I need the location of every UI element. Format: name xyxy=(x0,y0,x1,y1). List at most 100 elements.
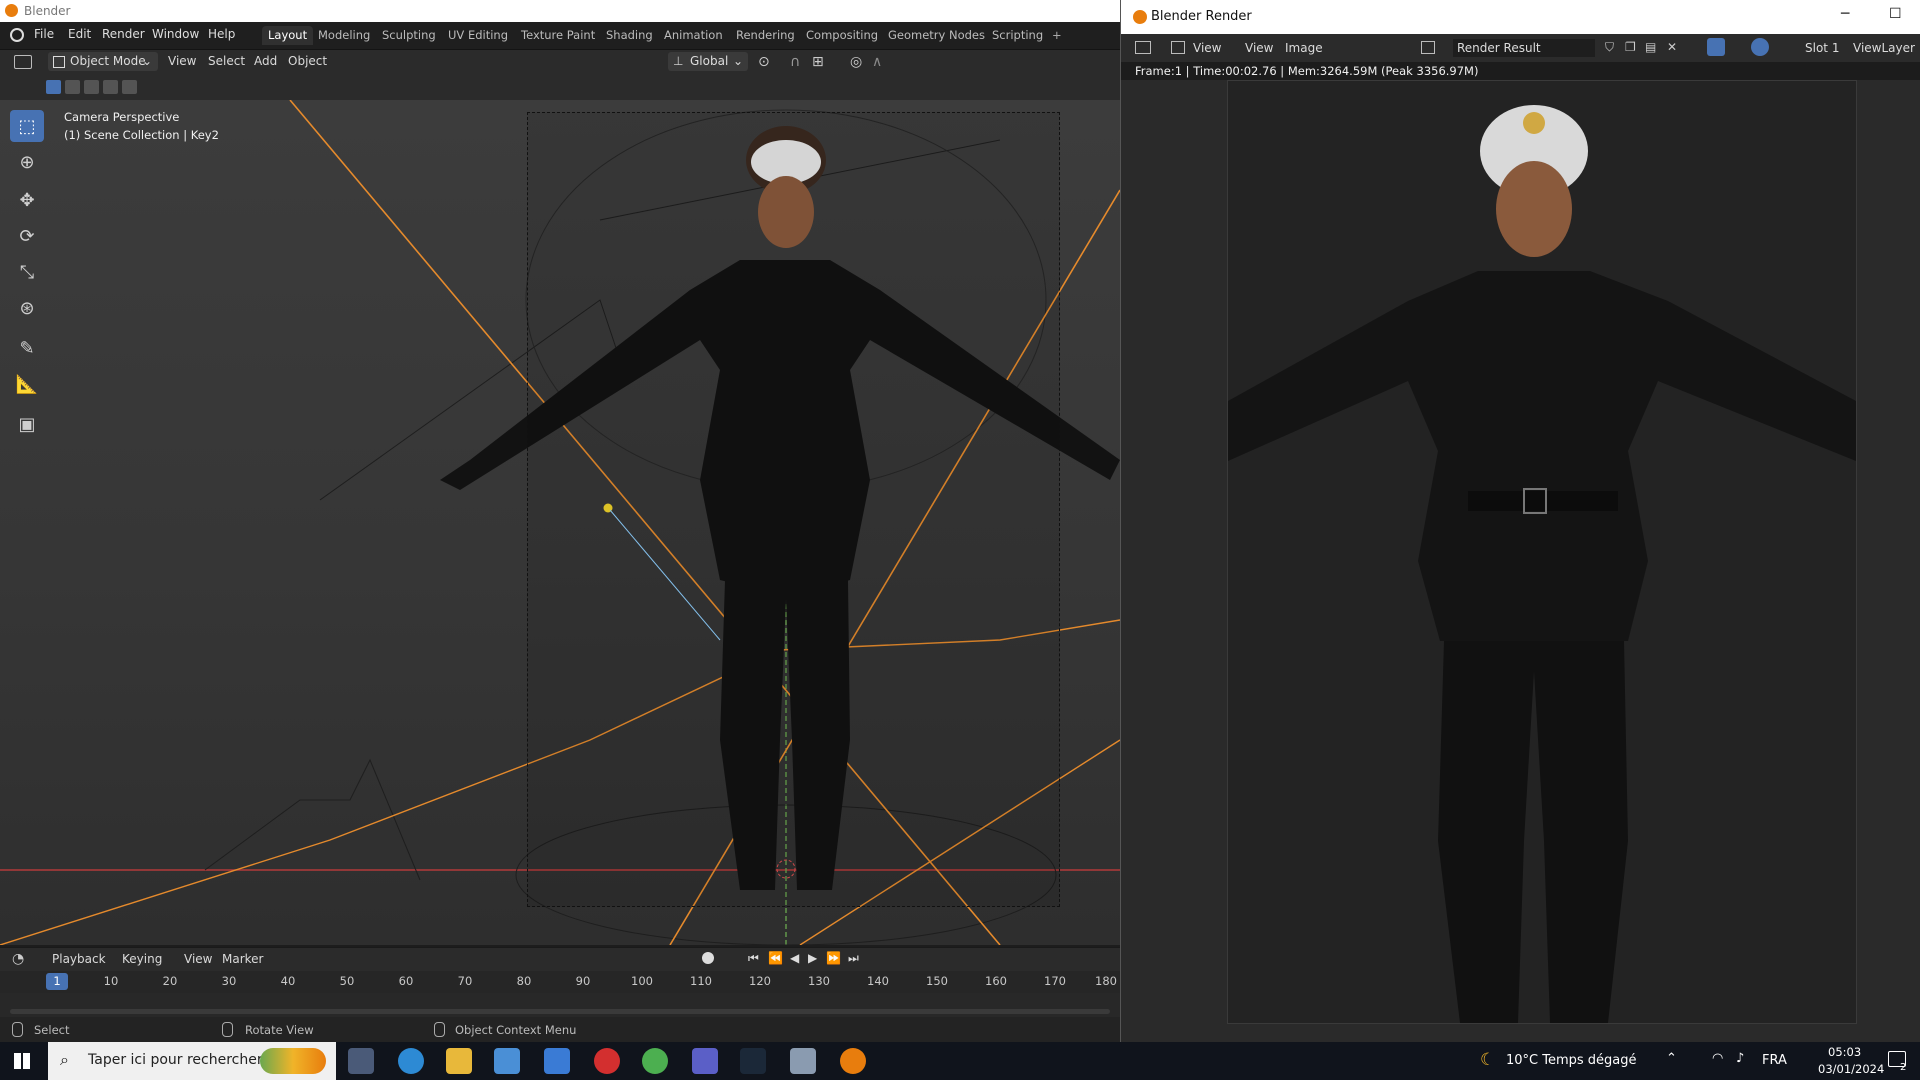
app-icon[interactable] xyxy=(790,1048,816,1074)
chrome-icon[interactable] xyxy=(642,1048,668,1074)
jump-keyframe-back-icon[interactable]: ⏪ xyxy=(768,951,783,965)
gizmo-icon[interactable] xyxy=(1707,38,1725,56)
select-new-icon[interactable] xyxy=(46,80,61,94)
menu-object[interactable]: Object xyxy=(288,54,327,68)
mail-icon[interactable] xyxy=(544,1048,570,1074)
select-extend-icon[interactable] xyxy=(65,80,80,94)
timeline-menu-marker[interactable]: Marker xyxy=(222,952,263,966)
current-frame-indicator[interactable]: 1 xyxy=(46,973,68,990)
fake-user-icon[interactable]: ⛉ xyxy=(1605,40,1614,55)
menu-render[interactable]: Render xyxy=(102,27,145,41)
view-mode-icon[interactable] xyxy=(1171,41,1185,54)
blender-taskbar-icon[interactable] xyxy=(840,1048,866,1074)
timeline-menu-keying[interactable]: Keying xyxy=(122,952,162,966)
tab-layout[interactable]: Layout xyxy=(262,26,314,45)
new-image-icon[interactable]: ❐ xyxy=(1625,40,1636,54)
proportional-edit-icon[interactable]: ◎ xyxy=(850,54,862,70)
mode-dropdown[interactable]: Object Mode ⌄ xyxy=(48,52,158,71)
clock-time[interactable]: 05:03 xyxy=(1828,1045,1861,1059)
3d-viewport[interactable]: Camera Perspective (1) Scene Collection … xyxy=(0,100,1120,945)
view-layer-dropdown[interactable]: ViewLayer xyxy=(1853,41,1915,55)
editor-type-icon[interactable] xyxy=(14,55,32,69)
menu-edit[interactable]: Edit xyxy=(68,27,91,41)
minimize-icon[interactable]: ─ xyxy=(1841,6,1849,22)
falloff-icon[interactable]: ∧ xyxy=(872,54,882,70)
menu-image[interactable]: Image xyxy=(1285,41,1323,55)
jump-end-icon[interactable]: ⏭ xyxy=(848,951,859,966)
select-intersect-icon[interactable] xyxy=(122,80,137,94)
tab-shading[interactable]: Shading xyxy=(600,26,659,45)
windows-start-icon[interactable] xyxy=(14,1053,30,1069)
timeline-track-area[interactable] xyxy=(0,993,1120,1017)
scale-icon[interactable]: ⤡ xyxy=(10,256,44,288)
rotate-icon[interactable]: ⟳ xyxy=(10,220,44,252)
render-canvas-area[interactable] xyxy=(1121,80,1920,1042)
jump-start-icon[interactable]: ⏮ xyxy=(748,951,759,966)
menu-add[interactable]: Add xyxy=(254,54,277,68)
image-browse-icon[interactable] xyxy=(1421,41,1435,54)
tab-modeling[interactable]: Modeling xyxy=(312,26,376,45)
cursor-icon[interactable]: ⊕ xyxy=(10,146,44,178)
tab-scripting[interactable]: Scripting xyxy=(986,26,1049,45)
transform-orientation-dropdown[interactable]: ⊥ Global ⌄ xyxy=(668,52,748,71)
maximize-icon[interactable]: ☐ xyxy=(1889,6,1902,22)
add-cube-icon[interactable]: ▣ xyxy=(10,408,44,440)
snap-target-icon[interactable]: ⊞ xyxy=(812,54,824,70)
status-bar: Select Rotate View Object Context Menu xyxy=(0,1017,1120,1042)
weather-text[interactable]: 10°C Temps dégagé xyxy=(1506,1053,1637,1068)
file-explorer-icon[interactable] xyxy=(446,1048,472,1074)
add-workspace-button[interactable]: + xyxy=(1046,26,1068,45)
tab-rendering[interactable]: Rendering xyxy=(730,26,801,45)
select-invert-icon[interactable] xyxy=(103,80,118,94)
steam-icon[interactable] xyxy=(740,1048,766,1074)
menu-help[interactable]: Help xyxy=(208,27,235,41)
menu-file[interactable]: File xyxy=(34,27,54,41)
menu-view[interactable]: View xyxy=(1245,41,1273,55)
network-icon[interactable]: ◠ xyxy=(1712,1051,1723,1066)
select-box-icon[interactable]: ⬚ xyxy=(10,110,44,142)
move-icon[interactable]: ✥ xyxy=(10,184,44,216)
task-view-icon[interactable] xyxy=(348,1048,374,1074)
menu-select[interactable]: Select xyxy=(208,54,245,68)
tab-geometry-nodes[interactable]: Geometry Nodes xyxy=(882,26,991,45)
overlay-icon[interactable] xyxy=(1751,38,1769,56)
teams-icon[interactable] xyxy=(692,1048,718,1074)
measure-icon[interactable]: 📐 xyxy=(10,368,44,400)
play-icon[interactable]: ▶ xyxy=(808,951,817,965)
speaker-icon[interactable]: ♪ xyxy=(1736,1051,1744,1066)
timeline-scrollbar[interactable] xyxy=(10,1009,1110,1014)
view-dropdown[interactable]: View xyxy=(1193,41,1221,55)
tab-sculpting[interactable]: Sculpting xyxy=(376,26,442,45)
slot-dropdown[interactable]: Slot 1 xyxy=(1805,41,1839,55)
jump-keyframe-forward-icon[interactable]: ⏩ xyxy=(826,951,841,965)
tab-compositing[interactable]: Compositing xyxy=(800,26,884,45)
pivot-icon[interactable]: ⊙ xyxy=(758,54,770,70)
blender-menu-icon[interactable] xyxy=(10,28,24,42)
image-name-field[interactable]: Render Result xyxy=(1453,39,1595,57)
tab-animation[interactable]: Animation xyxy=(658,26,729,45)
timeline-menu-view[interactable]: View xyxy=(184,952,212,966)
clock-icon[interactable]: ◔ xyxy=(12,951,24,967)
edge-icon[interactable] xyxy=(398,1048,424,1074)
tab-texture-paint[interactable]: Texture Paint xyxy=(515,26,601,45)
menu-view[interactable]: View xyxy=(168,54,196,68)
chevron-up-icon[interactable]: ⌃ xyxy=(1666,1051,1677,1066)
close-icon[interactable]: ✕ xyxy=(1667,40,1677,54)
menu-window[interactable]: Window xyxy=(152,27,199,41)
play-reverse-icon[interactable]: ◀ xyxy=(790,951,799,965)
store-icon[interactable] xyxy=(494,1048,520,1074)
opera-icon[interactable] xyxy=(594,1048,620,1074)
taskbar-search-box[interactable]: ⌕ Taper ici pour rechercher xyxy=(48,1042,336,1080)
clock-date[interactable]: 03/01/2024 xyxy=(1818,1062,1884,1076)
snap-icon[interactable]: ∩ xyxy=(790,54,800,70)
transform-icon[interactable]: ⊛ xyxy=(10,292,44,324)
timeline-menu-playback[interactable]: Playback xyxy=(52,952,106,966)
open-image-icon[interactable]: ▤ xyxy=(1645,40,1656,54)
select-subtract-icon[interactable] xyxy=(84,80,99,94)
language-indicator[interactable]: FRA xyxy=(1762,1053,1787,1068)
record-icon[interactable] xyxy=(702,952,714,964)
tab-uv-editing[interactable]: UV Editing xyxy=(442,26,514,45)
annotate-icon[interactable]: ✎ xyxy=(10,332,44,364)
timeline-ruler[interactable]: 1 10 20 30 40 50 60 70 80 90 100 110 120… xyxy=(0,971,1120,993)
editor-type-icon[interactable] xyxy=(1135,41,1151,54)
